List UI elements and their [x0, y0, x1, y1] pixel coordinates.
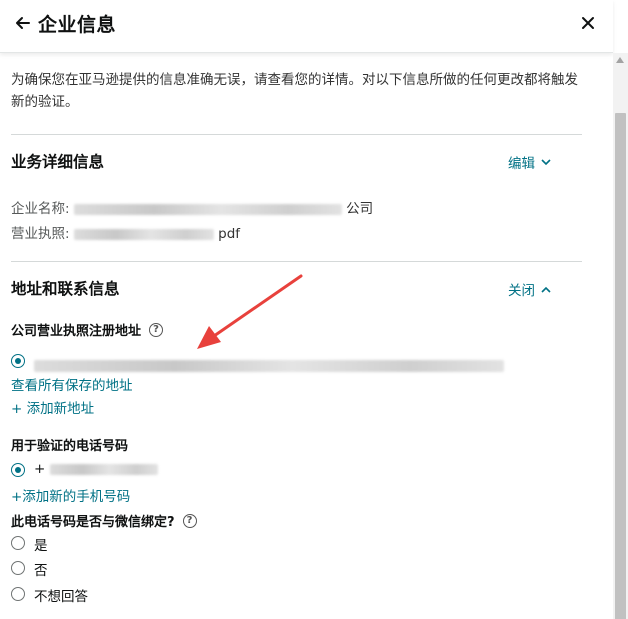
help-icon[interactable]: ?: [149, 322, 164, 337]
scroll-up-icon[interactable]: [616, 57, 624, 63]
phone-prefix: +: [34, 461, 46, 477]
business-section-title: 业务详细信息: [11, 153, 105, 171]
back-arrow-icon[interactable]: [12, 12, 34, 34]
registered-address-radio[interactable]: [11, 354, 25, 368]
chevron-down-icon: [541, 158, 551, 165]
help-icon[interactable]: ?: [182, 513, 197, 528]
add-address-link[interactable]: + 添加新地址: [11, 397, 94, 417]
company-name-row: 企业名称: 公司: [11, 197, 373, 217]
address-section-title: 地址和联系信息: [11, 280, 120, 298]
company-name-label: 企业名称:: [11, 201, 70, 217]
wechat-option-no-radio[interactable]: [11, 561, 25, 575]
wechat-option-yes-label: 是: [34, 538, 48, 554]
add-phone-link[interactable]: +添加新的手机号码: [11, 485, 130, 505]
license-file-suffix: pdf: [218, 226, 241, 242]
redacted-address-text: [34, 359, 504, 372]
close-icon[interactable]: [578, 13, 598, 33]
wechat-option-decline-radio[interactable]: [11, 587, 25, 601]
intro-text: 为确保您在亚马逊提供的信息准确无误，请查看您的详情。对以下信息所做的任何更改都将…: [11, 72, 578, 110]
registered-address-heading: 公司营业执照注册地址 ?: [11, 320, 164, 339]
wechat-question-label: 此电话号码是否与微信绑定?: [11, 515, 175, 530]
company-name-suffix: 公司: [346, 201, 374, 217]
wechat-question-heading: 此电话号码是否与微信绑定? ?: [11, 511, 197, 530]
scrollbar-thumb[interactable]: [615, 113, 626, 619]
phone-heading: 用于验证的电话号码: [11, 435, 128, 454]
phone-heading-label: 用于验证的电话号码: [11, 439, 129, 454]
registered-address-label: 公司营业执照注册地址: [11, 324, 142, 339]
redacted-address: [34, 355, 504, 374]
edit-label: 编辑: [508, 156, 535, 172]
phone-radio[interactable]: [11, 463, 25, 477]
redacted-phone: [49, 463, 158, 475]
license-label: 营业执照:: [11, 226, 70, 242]
license-row: 营业执照: pdf: [11, 222, 240, 242]
wechat-option-yes-radio[interactable]: [11, 536, 25, 550]
collapse-button[interactable]: 关闭: [508, 279, 551, 299]
collapse-label: 关闭: [508, 283, 535, 299]
panel-content: 为确保您在亚马逊提供的信息准确无误，请查看您的详情。对以下信息所做的任何更改都将…: [0, 53, 613, 619]
view-saved-addresses-link[interactable]: 查看所有保存的地址: [11, 374, 133, 394]
wechat-option-decline-label: 不想回答: [34, 589, 88, 605]
panel-header: 企业信息: [0, 0, 613, 53]
edit-button[interactable]: 编辑: [508, 152, 551, 172]
wechat-option-no-label: 否: [34, 563, 48, 579]
phone-number: +: [34, 461, 158, 477]
divider: [11, 134, 582, 135]
redacted-license-file: [73, 228, 214, 240]
page-title: 企业信息: [38, 14, 117, 36]
vertical-scrollbar[interactable]: [613, 53, 628, 619]
divider: [11, 261, 582, 262]
chevron-up-icon: [541, 286, 551, 293]
redacted-company-name: [73, 203, 342, 215]
